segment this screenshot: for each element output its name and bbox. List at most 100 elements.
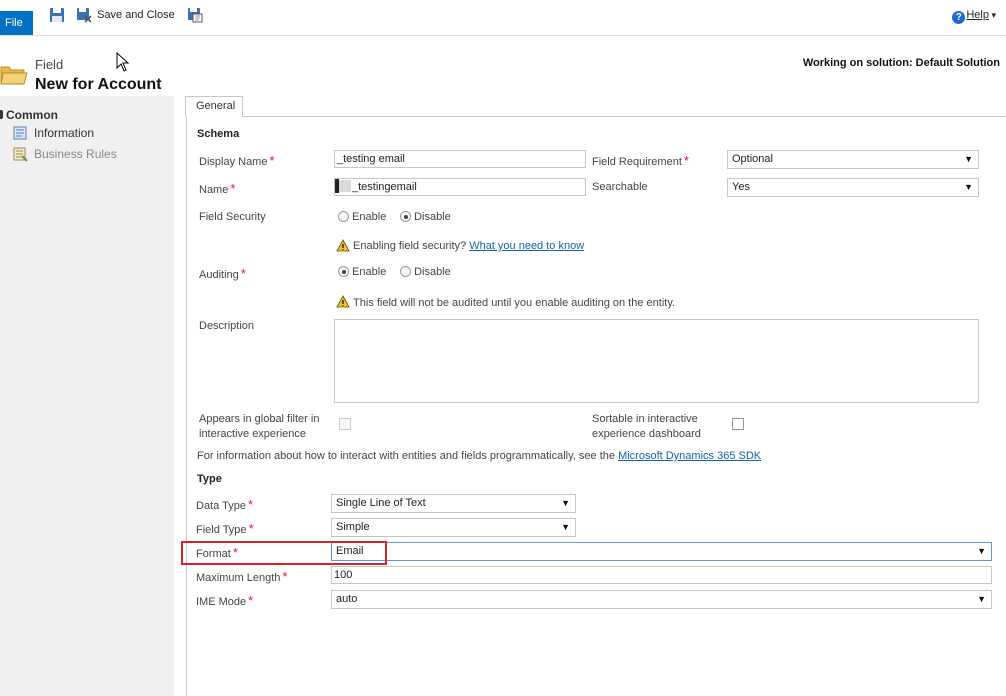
collapse-indicator-icon[interactable] [0,110,3,119]
type-section-title: Type [197,473,222,485]
data-type-select[interactable]: Single Line of Text ▼ [331,494,576,513]
field-requirement-select[interactable]: Optional ▼ [727,150,979,169]
ime-mode-label: IME Mode * [196,593,253,608]
sortable-label-line2: experience dashboard [592,428,701,440]
field-security-enable-option[interactable]: Enable [338,211,386,223]
field-requirement-label: Field Requirement * [592,153,689,168]
format-highlight-box [181,541,387,565]
tab-general[interactable]: General [185,96,243,117]
radio-button[interactable] [400,266,411,277]
help-icon: ? [952,11,966,24]
field-requirement-label-text: Field Requirement [592,156,682,168]
searchable-select[interactable]: Yes ▼ [727,178,979,197]
form-panel [186,116,1006,696]
field-security-enable-label: Enable [352,211,387,223]
format-select[interactable]: Email ▼ [331,542,992,561]
help-menu[interactable]: ? Help ▾ [952,9,996,24]
auditing-warning: This field will not be audited until you… [353,297,676,309]
required-marker: * [269,153,275,168]
global-filter-label-line1: Appears in global filter in [199,413,320,425]
file-button[interactable]: File [0,11,33,35]
name-label: Name * [199,181,235,196]
max-length-label: Maximum Length * [196,569,287,584]
field-type-value: Simple [336,521,370,533]
schema-section-title: Schema [197,128,240,140]
required-marker: * [230,181,236,196]
required-marker: * [247,497,254,512]
field-type-label: Field Type * [196,521,254,536]
field-type-select[interactable]: Simple ▼ [331,518,576,537]
required-marker: * [282,569,288,584]
prefix-redacted [339,180,351,192]
display-name-input[interactable]: _testing email [334,150,586,168]
display-name-label-text: Display Name [199,156,268,168]
ime-mode-select[interactable]: auto ▼ [331,590,992,609]
field-security-disable-label: Disable [414,211,451,223]
auditing-label: Auditing * [199,266,246,281]
radio-button-selected[interactable] [338,266,349,277]
publish-icon[interactable] [187,7,203,23]
save-icon[interactable] [49,7,65,23]
field-type-label-text: Field Type [196,524,247,536]
radio-button[interactable] [338,211,349,222]
data-type-label: Data Type * [196,497,253,512]
global-filter-label: Appears in global filter in interactive e… [199,412,319,442]
rules-icon [13,147,28,162]
global-filter-label-line2: interactive experience [199,428,307,440]
warning-icon [336,295,350,308]
chevron-down-icon: ▼ [561,522,570,532]
chevron-down-icon: ▼ [964,182,973,192]
data-type-value: Single Line of Text [336,497,426,509]
field-security-warning: Enabling field security? What you need t… [353,240,584,252]
sdk-link[interactable]: Microsoft Dynamics 365 SDK [618,450,761,462]
display-name-label: Display Name * [199,153,275,168]
left-navigation [0,96,174,696]
form-icon [13,126,27,140]
field-security-label: Field Security [199,211,266,223]
nav-item-business-rules[interactable]: Business Rules [34,147,117,161]
solution-indicator: Working on solution: Default Solution [802,57,1000,69]
required-marker: * [240,266,246,281]
field-security-disable-option[interactable]: Disable [400,211,451,223]
max-length-label-text: Maximum Length [196,572,281,584]
warning-icon [336,239,350,252]
nav-section-common[interactable]: Common [6,108,58,122]
auditing-label-text: Auditing [199,269,239,281]
auditing-disable-label: Disable [414,266,451,278]
name-input[interactable]: _testingemail [334,178,586,196]
sdk-info-text: For information about how to interact wi… [197,450,761,462]
max-length-input[interactable]: 100 [331,566,992,584]
sdk-info-text-body: For information about how to interact wi… [197,450,615,462]
data-type-label-text: Data Type [196,500,246,512]
ime-mode-value: auto [336,593,358,605]
chevron-down-icon: ▼ [977,594,986,604]
auditing-disable-option[interactable]: Disable [400,266,451,278]
chevron-down-icon: ▼ [561,498,570,508]
sortable-label-line1: Sortable in interactive [592,413,698,425]
auditing-enable-label: Enable [352,266,387,278]
description-textarea[interactable] [334,319,979,403]
radio-button-selected[interactable] [400,211,411,222]
save-and-close-label: Save and Close [97,9,175,21]
entity-type-label: Field [35,57,64,72]
chevron-down-icon: ▼ [964,154,973,164]
sortable-checkbox[interactable] [732,418,744,430]
required-marker: * [683,153,689,168]
folder-icon [0,66,28,85]
page-title: New for Account [35,76,162,93]
searchable-label: Searchable [592,181,648,193]
sortable-label: Sortable in interactive experience dashbo… [592,412,701,442]
mouse-cursor-icon [116,52,130,72]
name-value: _testingemail [352,181,417,193]
nav-item-information[interactable]: Information [34,126,94,140]
auditing-enable-option[interactable]: Enable [338,266,386,278]
what-you-need-to-know-link[interactable]: What you need to know [469,240,584,252]
field-security-warning-text: Enabling field security? [353,240,467,252]
save-and-close-button[interactable]: Save and Close [76,7,175,23]
chevron-down-icon: ▼ [977,546,986,556]
description-label: Description [199,320,255,332]
global-filter-checkbox[interactable] [339,418,351,430]
save-close-icon [77,8,92,23]
field-requirement-value: Optional [732,153,773,165]
help-label: Help [966,9,989,21]
